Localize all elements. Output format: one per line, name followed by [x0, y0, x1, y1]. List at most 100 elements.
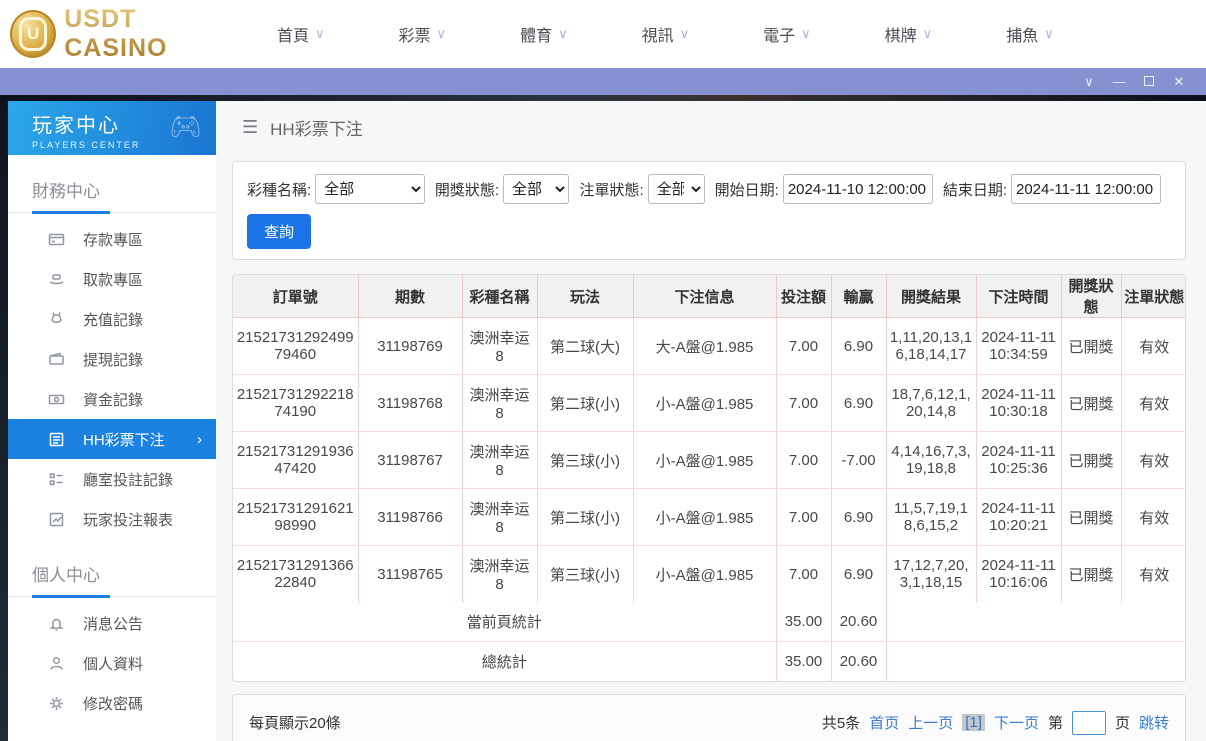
- page-summary-empty: [886, 602, 1185, 642]
- cell-period: 31198768: [358, 374, 463, 432]
- logo[interactable]: U USDT CASINO: [10, 5, 240, 63]
- cell-period: 31198769: [358, 317, 463, 375]
- nav-item[interactable]: 首頁 ∨: [277, 22, 325, 46]
- chevron-down-icon: ∨: [436, 26, 447, 41]
- sidebar-item-label: 存款專區: [83, 231, 144, 249]
- window-chevron-down-icon[interactable]: ∨: [1074, 68, 1104, 95]
- page-jump-input[interactable]: [1071, 710, 1106, 735]
- sidebar-item-label: 充值記錄: [83, 311, 144, 329]
- first-page-link[interactable]: 首页: [869, 712, 899, 733]
- cell-bet-info: 小-A盤@1.985: [633, 431, 777, 489]
- page-summary-label: 當前頁統計: [233, 602, 777, 642]
- window-minimize-icon[interactable]: —: [1104, 68, 1134, 95]
- chevron-right-icon: ›: [197, 430, 202, 448]
- cell-play-type: 第二球(大): [537, 317, 634, 375]
- col-header-period: 期數: [358, 275, 463, 318]
- order-status-label: 注單狀態:: [579, 181, 644, 199]
- table-row: 2152173129193647420 31198767 澳洲幸运8 第三球(小) 小-…: [233, 431, 1185, 489]
- table-row: 2152173129221874190 31198768 澳洲幸运8 第二球(小) 小-…: [233, 374, 1185, 432]
- cell-play-type: 第三球(小): [537, 545, 634, 603]
- nav-item[interactable]: 電子 ∨: [763, 22, 811, 46]
- nav-item[interactable]: 視訊 ∨: [642, 22, 690, 46]
- sidebar-item-hall-bet-records[interactable]: 廳室投註記錄: [8, 459, 216, 499]
- cell-draw-result: 17,12,7,20,3,1,18,15: [886, 545, 977, 603]
- sidebar-item-hh-lottery-bets[interactable]: HH彩票下注 ›: [8, 419, 216, 459]
- window-maximize-icon[interactable]: [1134, 68, 1164, 95]
- start-date-input[interactable]: [782, 174, 933, 204]
- cell-bet-time: 2024-11-11 10:16:06: [976, 545, 1062, 603]
- lottery-name-select[interactable]: 全部: [315, 174, 425, 204]
- col-header-draw-result: 開獎結果: [886, 275, 977, 318]
- cell-draw-status: 已開獎: [1061, 488, 1122, 546]
- cell-period: 31198766: [358, 488, 463, 546]
- order-status-select[interactable]: 全部: [647, 174, 705, 204]
- sidebar-item-label: HH彩票下注: [83, 431, 165, 449]
- cell-bet-time: 2024-11-11 10:25:36: [976, 431, 1062, 489]
- table-row: 2152173129136622840 31198765 澳洲幸运8 第三球(小) 小-…: [233, 545, 1185, 603]
- cell-lottery-name: 澳洲幸运8: [462, 488, 538, 546]
- main-content: ☰ HH彩票下注 彩種名稱: 全部 開獎狀態: 全部 注單狀態: 全部 開始日期…: [216, 101, 1206, 741]
- wallet-icon: [49, 352, 64, 365]
- window-titlebar: ∨ — ✕: [0, 68, 1206, 95]
- sidebar-item-profile[interactable]: 個人資料: [8, 643, 216, 683]
- jump-link[interactable]: 跳转: [1139, 712, 1169, 733]
- query-button[interactable]: 查詢: [247, 214, 312, 249]
- col-header-play-type: 玩法: [537, 275, 634, 318]
- page-title: HH彩票下注: [270, 119, 363, 139]
- hamburger-icon[interactable]: ☰: [242, 117, 258, 138]
- sidebar-item-withdraw[interactable]: 取款專區: [8, 259, 216, 299]
- current-page: [1]: [962, 714, 985, 731]
- nav-item[interactable]: 體育 ∨: [520, 22, 568, 46]
- cell-draw-result: 18,7,6,12,1,20,14,8: [886, 374, 977, 432]
- window-close-icon[interactable]: ✕: [1164, 68, 1194, 95]
- cell-order-no: 2152173129193647420: [233, 431, 359, 489]
- cell-order-status: 有效: [1139, 566, 1170, 584]
- sidebar-item-recharge-records[interactable]: 充值記錄: [8, 299, 216, 339]
- sidebar-item-deposit[interactable]: 存款專區: [8, 219, 216, 259]
- sidebar-item-change-password[interactable]: 修改密碼: [8, 683, 216, 723]
- sidebar-item-fund-records[interactable]: 資金記錄: [8, 379, 216, 419]
- cell-order-status: 有效: [1121, 374, 1185, 432]
- cell-bet-amount: 7.00: [776, 488, 832, 546]
- gear-icon: [50, 696, 63, 710]
- cell-order-status: 有效: [1121, 431, 1185, 489]
- sidebar-item-announcements[interactable]: 消息公告: [8, 603, 216, 643]
- nav-item[interactable]: 棋牌 ∨: [885, 22, 933, 46]
- cell-play-type: 第三球(小): [537, 431, 634, 489]
- logo-coin-icon: U: [10, 10, 57, 58]
- cell-bet-time: 2024-11-11 10:20:21: [976, 488, 1062, 546]
- start-date-label: 開始日期:: [714, 181, 779, 199]
- list-details-icon: [49, 472, 63, 485]
- cell-lottery-name: 澳洲幸运8: [462, 431, 538, 489]
- draw-status-select[interactable]: 全部: [503, 174, 570, 204]
- cell-play-type: 第二球(小): [537, 374, 634, 432]
- col-header-win-loss: 輸贏: [831, 275, 887, 318]
- cell-win-loss: 6.90: [831, 545, 887, 603]
- end-date-label: 結束日期:: [942, 181, 1007, 199]
- sidebar-item-player-bet-report[interactable]: 玩家投注報表: [8, 499, 216, 539]
- nav-menu: 首頁 ∨ 彩票 ∨ 體育 ∨ 視訊 ∨ 電子 ∨ 棋牌 ∨ 捕魚 ∨: [240, 22, 1206, 46]
- sidebar-item-label: 資金記錄: [83, 391, 144, 409]
- page-summary-row: 當前頁統計 35.00 20.60: [233, 602, 1185, 642]
- nav-item[interactable]: 彩票 ∨: [399, 22, 447, 46]
- end-date-input[interactable]: [1011, 174, 1161, 204]
- cell-win-loss: 6.90: [831, 374, 887, 432]
- prev-page-link[interactable]: 上一页: [908, 712, 953, 733]
- sidebar-item-label: 個人資料: [83, 655, 144, 673]
- cell-bet-time: 2024-11-11 10:30:18: [976, 374, 1062, 432]
- total-summary-win-loss: 20.60: [831, 641, 887, 681]
- next-page-link[interactable]: 下一页: [994, 712, 1039, 733]
- sidebar-item-withdrawal-records[interactable]: 提現記錄: [8, 339, 216, 379]
- section-agent-center: 代理中心: [8, 737, 216, 741]
- cell-bet-info: 小-A盤@1.985: [633, 374, 777, 432]
- cell-play-type: 第二球(小): [537, 488, 634, 546]
- bell-icon: [49, 618, 64, 631]
- page-summary-bet-amount: 35.00: [776, 602, 832, 642]
- cell-period: 31198765: [358, 545, 463, 603]
- sidebar-item-label: 消息公告: [83, 615, 144, 633]
- cell-draw-status: 已開獎: [1061, 374, 1122, 432]
- cell-lottery-name: 澳洲幸运8: [462, 545, 538, 603]
- cell-draw-result: 4,14,16,7,3,19,18,8: [886, 431, 977, 489]
- nav-item[interactable]: 捕魚 ∨: [1006, 22, 1054, 46]
- bets-table: 訂單號 期數 彩種名稱 玩法 下注信息 投注額 輸贏 開獎結果 下注時間 開獎狀態 注單狀態 215…: [233, 275, 1185, 681]
